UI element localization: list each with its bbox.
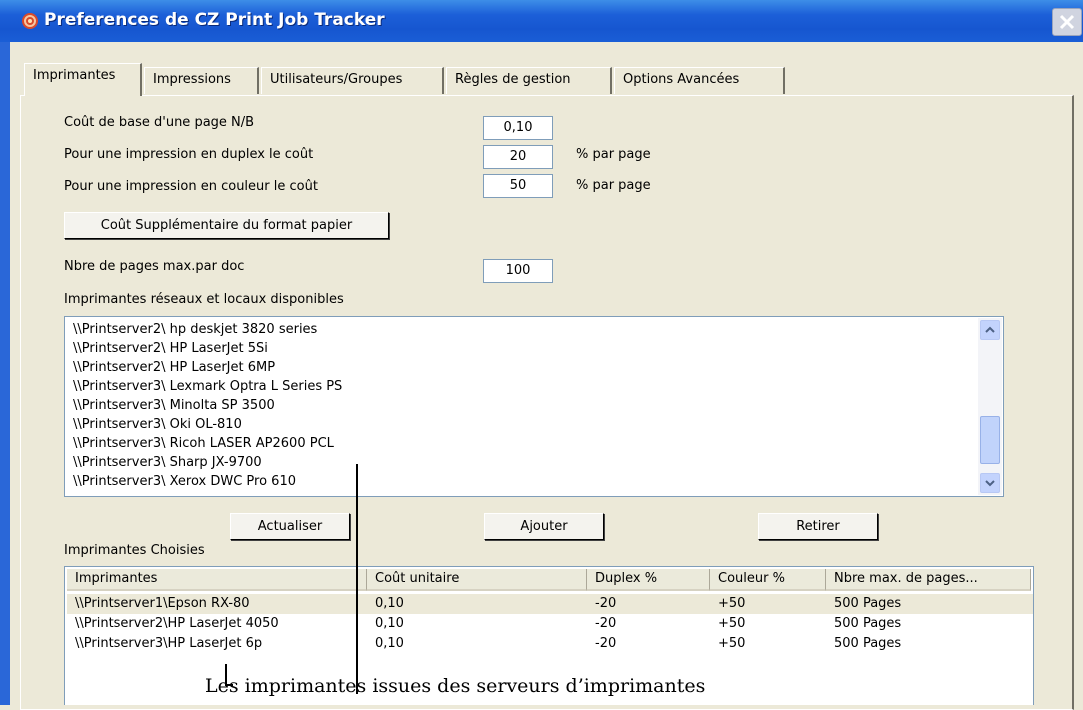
chosen-printers-label: Imprimantes Choisies: [64, 543, 205, 558]
column-header-unit-cost[interactable]: Coût unitaire: [367, 569, 587, 591]
cell-printer: \\Printserver2\HP LaserJet 4050: [75, 616, 279, 631]
column-header-color[interactable]: Couleur %: [710, 569, 826, 591]
cell-unit-cost: 0,10: [375, 596, 404, 611]
annotation-caption: Les imprimantes issues des serveurs d’im…: [205, 675, 706, 697]
color-cost-field[interactable]: 50: [483, 174, 553, 198]
close-icon: [1059, 14, 1075, 30]
tab-options-avancees[interactable]: Options Avancées: [614, 67, 785, 94]
duplex-unit-label: % par page: [576, 147, 651, 162]
cell-duplex: -20: [595, 636, 617, 651]
scroll-thumb[interactable]: [980, 416, 1000, 464]
tab-regles-de-gestion[interactable]: Règles de gestion: [446, 67, 612, 94]
max-pages-field[interactable]: 100: [483, 259, 553, 283]
column-header-printers[interactable]: Imprimantes: [67, 569, 367, 591]
chevron-up-icon: [985, 326, 995, 333]
available-printers-list[interactable]: \\Printserver2\ hp deskjet 3820 series \…: [64, 316, 1004, 497]
refresh-button[interactable]: Actualiser: [230, 513, 350, 540]
cell-duplex: -20: [595, 616, 617, 631]
color-unit-label: % par page: [576, 178, 651, 193]
tab-imprimantes[interactable]: Imprimantes: [24, 63, 142, 96]
cell-printer: \\Printserver3\HP LaserJet 6p: [75, 636, 263, 651]
available-printers-label: Imprimantes réseaux et locaux disponible…: [64, 292, 344, 307]
duplex-cost-label: Pour une impression en duplex le coût: [64, 147, 314, 162]
tab-impressions[interactable]: Impressions: [144, 67, 259, 94]
paper-format-cost-button[interactable]: Coût Supplémentaire du format papier: [64, 212, 389, 239]
base-cost-label: Coût de base d'une page N/B: [64, 115, 255, 130]
cell-duplex: -20: [595, 596, 617, 611]
cell-unit-cost: 0,10: [375, 636, 404, 651]
annotation-line: [356, 464, 358, 694]
list-item[interactable]: \\Printserver3\ Minolta SP 3500: [73, 396, 275, 416]
cell-max-pages: 500 Pages: [834, 596, 902, 611]
table-row[interactable]: \\Printserver3\HP LaserJet 6p 0,10 -20 +…: [67, 634, 1033, 654]
column-header-max-pages[interactable]: Nbre max. de pages...: [826, 569, 1031, 591]
cell-unit-cost: 0,10: [375, 616, 404, 631]
list-item[interactable]: \\Printserver3\ Sharp JX-9700: [73, 453, 262, 473]
list-item[interactable]: \\Printserver2\ HP LaserJet 6MP: [73, 358, 275, 378]
window-frame-left: [0, 42, 10, 705]
duplex-cost-field[interactable]: 20: [483, 145, 553, 169]
list-item[interactable]: \\Printserver3\ Oki OL-810: [73, 415, 242, 435]
chevron-down-icon: [985, 480, 995, 487]
column-header-duplex[interactable]: Duplex %: [587, 569, 710, 591]
remove-button[interactable]: Retirer: [758, 513, 878, 540]
cell-color: +50: [718, 636, 746, 651]
app-icon: [22, 13, 38, 29]
window-title: Preferences de CZ Print Job Tracker: [44, 10, 385, 30]
available-list-scrollbar[interactable]: [978, 318, 1002, 495]
max-pages-label: Nbre de pages max.par doc: [64, 259, 245, 274]
list-item[interactable]: \\Printserver3\ Xerox DWC Pro 610: [73, 472, 296, 492]
cell-max-pages: 500 Pages: [834, 636, 902, 651]
list-item[interactable]: \\Printserver2\ HP LaserJet 5Si: [73, 339, 268, 359]
add-button[interactable]: Ajouter: [484, 513, 604, 540]
table-row[interactable]: \\Printserver2\HP LaserJet 4050 0,10 -20…: [67, 614, 1033, 634]
list-item[interactable]: \\Printserver3\ Ricoh LASER AP2600 PCL: [73, 434, 334, 454]
cell-printer: \\Printserver1\Epson RX-80: [75, 596, 250, 611]
cell-color: +50: [718, 596, 746, 611]
list-item[interactable]: \\Printserver3\ Lexmark Optra L Series P…: [73, 377, 342, 397]
cell-max-pages: 500 Pages: [834, 616, 902, 631]
cell-color: +50: [718, 616, 746, 631]
table-row[interactable]: \\Printserver1\Epson RX-80 0,10 -20 +50 …: [67, 594, 1033, 614]
tab-utilisateurs-groupes[interactable]: Utilisateurs/Groupes: [261, 67, 444, 94]
scroll-down-button[interactable]: [980, 473, 1000, 493]
list-item[interactable]: \\Printserver2\ hp deskjet 3820 series: [73, 320, 317, 340]
base-cost-field[interactable]: 0,10: [483, 116, 553, 140]
scroll-up-button[interactable]: [980, 320, 1000, 340]
close-button[interactable]: [1052, 8, 1082, 36]
color-cost-label: Pour une impression en couleur le coût: [64, 179, 318, 194]
